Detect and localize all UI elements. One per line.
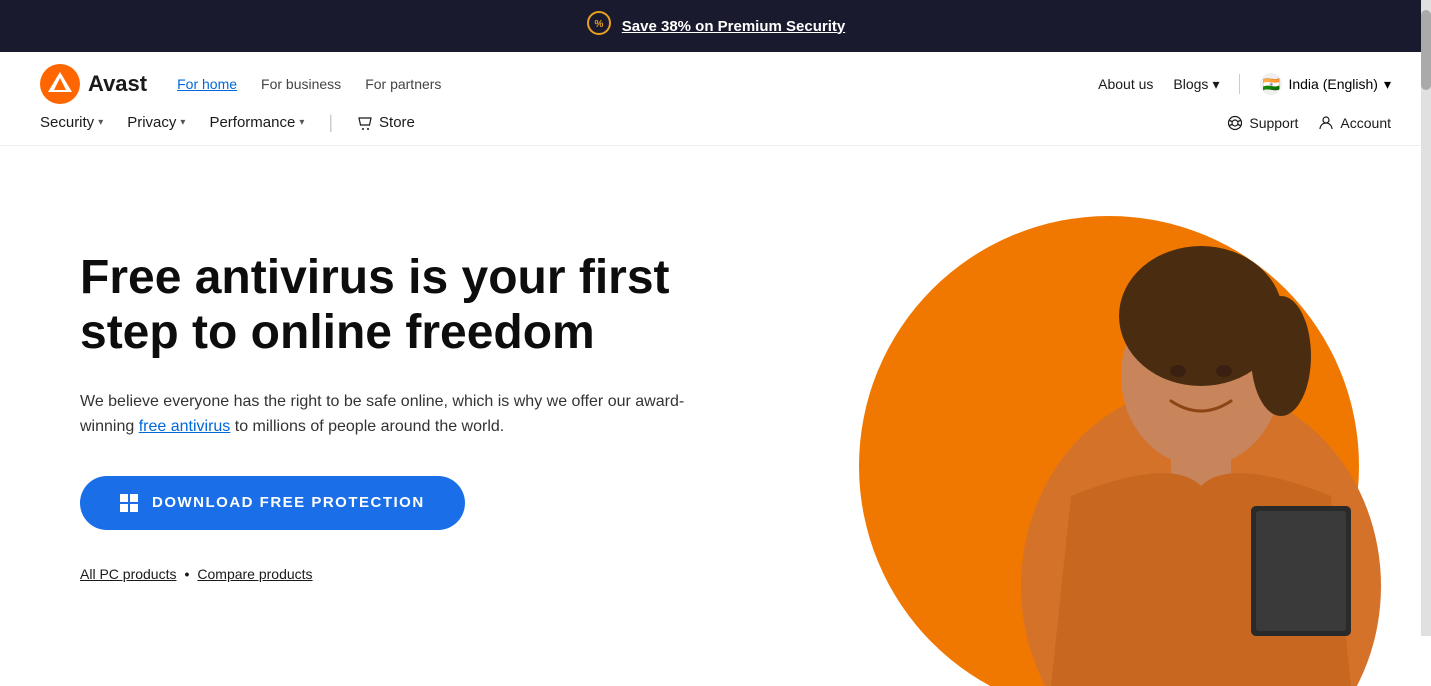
nav-for-business[interactable]: For business xyxy=(261,76,341,92)
store-link[interactable]: Store xyxy=(357,114,415,131)
hero-section: Free antivirus is your first step to onl… xyxy=(0,146,1431,686)
windows-icon xyxy=(120,494,138,512)
nav-bottom-right: Support Account xyxy=(1227,115,1391,131)
india-flag-icon: 🇮🇳 xyxy=(1260,73,1282,95)
nav-top-links: For home For business For partners xyxy=(177,76,441,92)
nav-bottom-left: Security ▾ Privacy ▾ Performance ▾ | Sto… xyxy=(40,112,415,133)
nav-for-home[interactable]: For home xyxy=(177,76,237,92)
security-chevron-icon: ▾ xyxy=(98,117,103,128)
nav-top-left: Avast For home For business For partners xyxy=(40,64,441,104)
scrollbar[interactable] xyxy=(1421,0,1431,636)
performance-chevron-icon: ▾ xyxy=(299,117,304,128)
nav-bottom: Security ▾ Privacy ▾ Performance ▾ | Sto… xyxy=(40,104,1391,145)
security-label: Security xyxy=(40,114,94,131)
hero-subtitle-end: to millions of people around the world. xyxy=(230,418,504,435)
privacy-label: Privacy xyxy=(127,114,176,131)
language-label: India (English) xyxy=(1288,76,1378,92)
about-us-link[interactable]: About us xyxy=(1098,76,1153,92)
hero-subtitle: We believe everyone has the right to be … xyxy=(80,389,720,440)
hero-title: Free antivirus is your first step to onl… xyxy=(80,250,720,360)
blogs-link[interactable]: Blogs ▾ xyxy=(1173,76,1219,93)
compare-products-link[interactable]: Compare products xyxy=(197,566,312,582)
free-antivirus-link[interactable]: free antivirus xyxy=(139,418,231,435)
account-icon xyxy=(1318,115,1334,131)
logo-text: Avast xyxy=(88,71,147,97)
avast-logo-icon xyxy=(40,64,80,104)
support-label: Support xyxy=(1249,115,1298,131)
main-nav: Avast For home For business For partners… xyxy=(0,52,1431,146)
nav-top: Avast For home For business For partners… xyxy=(40,52,1391,104)
blogs-label: Blogs xyxy=(1173,76,1208,92)
store-icon xyxy=(357,115,373,131)
discount-icon: % xyxy=(586,10,612,42)
security-menu[interactable]: Security ▾ xyxy=(40,114,103,131)
nav-for-partners[interactable]: For partners xyxy=(365,76,441,92)
store-label: Store xyxy=(379,114,415,131)
download-button[interactable]: DOWNLOAD FREE PROTECTION xyxy=(80,476,465,530)
performance-label: Performance xyxy=(209,114,295,131)
hero-links: All PC products • Compare products xyxy=(80,566,727,582)
account-label: Account xyxy=(1340,115,1391,131)
hero-person-image xyxy=(971,146,1431,686)
nav-separator: | xyxy=(328,112,333,133)
account-link[interactable]: Account xyxy=(1318,115,1391,131)
support-icon xyxy=(1227,115,1243,131)
blogs-chevron-icon: ▾ xyxy=(1212,76,1219,93)
top-banner: % Save 38% on Premium Security xyxy=(0,0,1431,52)
logo[interactable]: Avast xyxy=(40,64,147,104)
privacy-chevron-icon: ▾ xyxy=(180,117,185,128)
language-selector[interactable]: 🇮🇳 India (English) ▾ xyxy=(1260,73,1391,95)
performance-menu[interactable]: Performance ▾ xyxy=(209,114,304,131)
privacy-menu[interactable]: Privacy ▾ xyxy=(127,114,185,131)
language-chevron-icon: ▾ xyxy=(1384,76,1391,93)
scrollbar-thumb[interactable] xyxy=(1421,10,1431,90)
support-link[interactable]: Support xyxy=(1227,115,1298,131)
download-button-label: DOWNLOAD FREE PROTECTION xyxy=(152,494,425,511)
svg-text:%: % xyxy=(594,19,603,30)
banner-link[interactable]: Save 38% on Premium Security xyxy=(622,18,845,35)
links-separator: • xyxy=(184,566,189,582)
nav-divider xyxy=(1239,74,1240,94)
hero-image xyxy=(787,146,1431,686)
nav-top-right: About us Blogs ▾ 🇮🇳 India (English) ▾ xyxy=(1098,73,1391,95)
all-pc-products-link[interactable]: All PC products xyxy=(80,566,176,582)
hero-content: Free antivirus is your first step to onl… xyxy=(0,146,787,686)
